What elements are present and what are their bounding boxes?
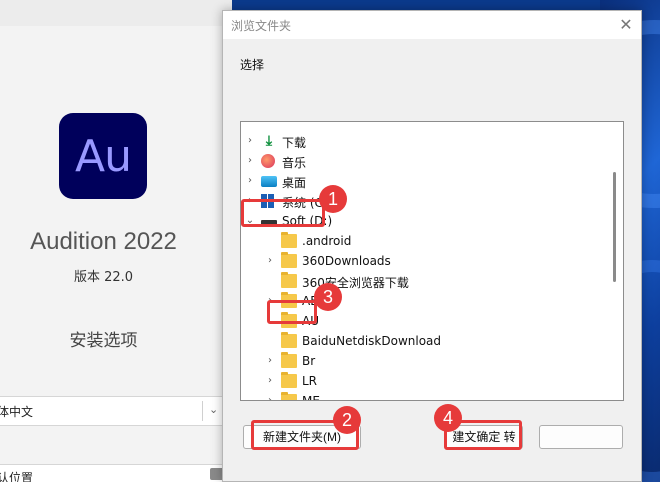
folder-icon <box>281 252 297 268</box>
tree-item-label: Br <box>302 354 316 368</box>
annotation-badge-2: 2 <box>333 406 361 434</box>
folder-icon <box>281 352 297 368</box>
annotation-badge-3: 3 <box>314 283 342 311</box>
tree-item[interactable]: BaiduNetdiskDownload <box>241 332 611 352</box>
dialog-titlebar: 浏览文件夹 ✕ <box>223 11 641 39</box>
location-field[interactable]: 认位置 <box>0 464 234 482</box>
close-button[interactable]: ✕ <box>615 14 637 36</box>
tree-item[interactable]: › Br <box>241 352 611 372</box>
tree-item-label: ME <box>302 394 320 401</box>
language-select-divider <box>202 401 203 421</box>
folder-icon <box>281 392 297 400</box>
download-icon: ⤓ <box>265 133 273 149</box>
music-icon <box>261 154 275 168</box>
chevron-right-icon[interactable]: › <box>245 175 255 187</box>
tree-item-label: LR <box>302 374 318 388</box>
folder-icon <box>281 232 297 248</box>
tree-item[interactable]: › ME <box>241 392 611 401</box>
tree-item[interactable]: › 桌面 <box>241 172 611 192</box>
annotation-badge-4: 4 <box>434 404 462 432</box>
app-version: 版本 22.0 <box>73 270 134 285</box>
annotation-badge-1: 1 <box>319 185 347 213</box>
location-value: 认位置 <box>0 471 34 482</box>
install-options-heading: 安装选项 <box>69 331 138 351</box>
tree-item-label: 桌面 <box>282 176 307 190</box>
installer-window: Au Audition 2022 版本 22.0 安装选项 体中文 ⌄ 认位置 <box>0 0 234 482</box>
tree-item-label: 360Downloads <box>302 254 391 268</box>
folder-icon <box>281 272 297 288</box>
chevron-right-icon[interactable]: › <box>265 355 275 367</box>
tree-item[interactable]: .android <box>241 232 611 252</box>
installer-header-band <box>0 0 232 26</box>
desktop-icon <box>261 176 277 187</box>
tree-item[interactable]: › ⤓ 下载 <box>241 132 611 152</box>
annotation-highlight-drive <box>241 199 325 227</box>
tree-item-label: 下载 <box>282 136 307 150</box>
chevron-down-icon: ⌄ <box>209 403 219 416</box>
chevron-right-icon[interactable]: › <box>245 155 255 167</box>
tree-scrollbar[interactable] <box>613 172 616 282</box>
audition-logo-text: Au <box>75 130 132 182</box>
folder-tree[interactable]: › ⤓ 下载 › 音乐 › 桌面 › 系统 (C ⌄ Soft (D:) .android › 360Do… <box>240 121 624 401</box>
language-select[interactable]: 体中文 ⌄ <box>0 396 234 426</box>
tree-item[interactable]: › 音乐 <box>241 152 611 172</box>
chevron-right-icon[interactable]: › <box>265 375 275 387</box>
tree-item-label: .android <box>302 234 352 248</box>
chevron-right-icon[interactable]: › <box>265 255 275 267</box>
audition-logo: Au <box>59 113 147 199</box>
folder-icon <box>281 372 297 388</box>
dialog-title: 浏览文件夹 <box>231 19 292 33</box>
browse-folder-dialog: 浏览文件夹 ✕ 选择 › ⤓ 下载 › 音乐 › 桌面 › 系统 (C ⌄ Soft (D:) .an… <box>222 10 642 482</box>
dialog-prompt: 选择 <box>240 58 265 72</box>
tree-item[interactable]: › LR <box>241 372 611 392</box>
tree-item[interactable]: 360安全浏览器下载 <box>241 272 611 292</box>
chevron-right-icon[interactable]: › <box>245 135 255 147</box>
tree-item[interactable]: › 360Downloads <box>241 252 611 272</box>
folder-icon <box>281 332 297 348</box>
cancel-button[interactable] <box>539 425 623 449</box>
app-name: Audition 2022 <box>30 228 177 255</box>
chevron-right-icon[interactable]: › <box>265 395 275 400</box>
tree-item-label: BaiduNetdiskDownload <box>302 334 442 348</box>
language-value: 体中文 <box>0 405 34 419</box>
annotation-highlight-au <box>267 300 317 324</box>
tree-item-label: 音乐 <box>282 156 307 170</box>
